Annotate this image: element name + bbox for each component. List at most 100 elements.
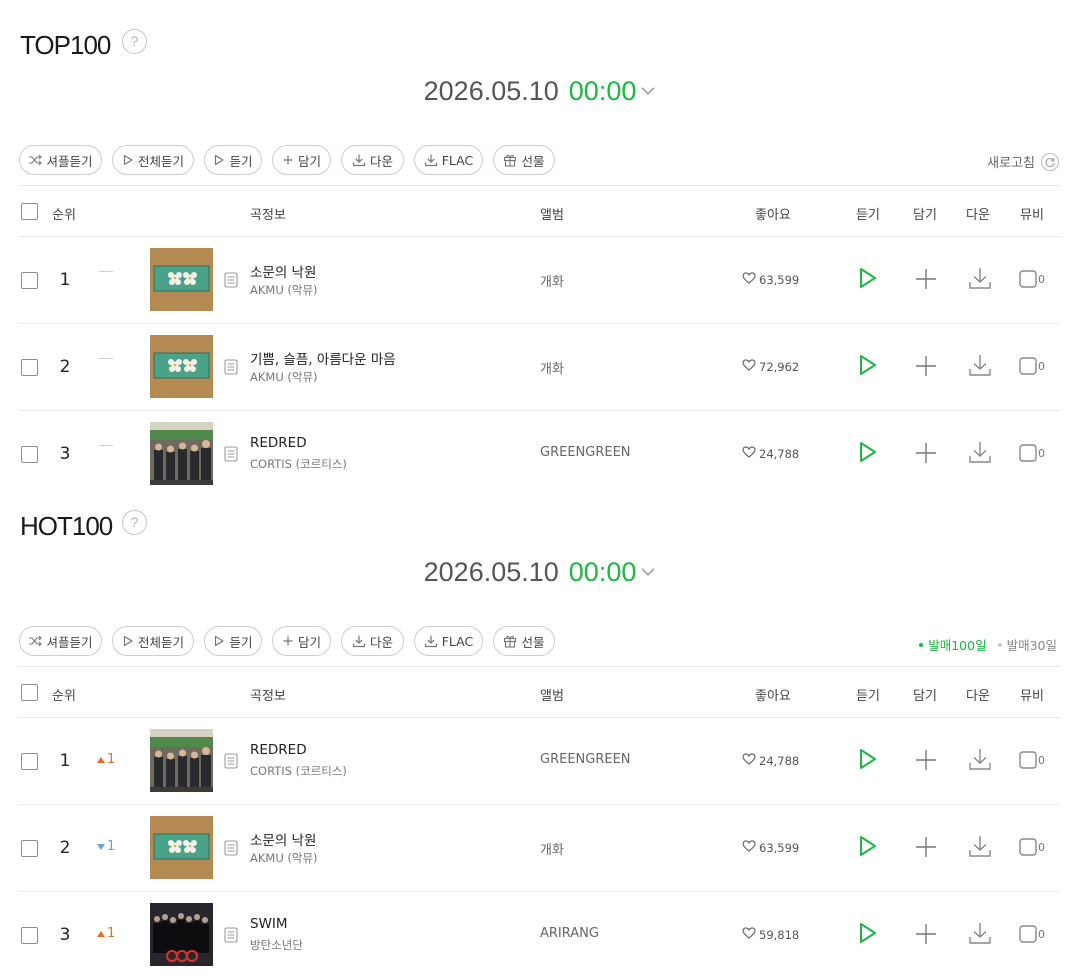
download-icon[interactable] <box>968 353 992 381</box>
album-name[interactable]: ARIRANG <box>540 926 599 941</box>
plus-icon[interactable] <box>915 268 937 294</box>
play-selected-button[interactable]: 듣기 <box>204 145 262 175</box>
play-icon[interactable] <box>859 748 877 774</box>
help-icon[interactable]: ? <box>122 29 147 54</box>
play-icon[interactable] <box>859 354 877 380</box>
song-artist[interactable]: AKMU (악뮤) <box>250 282 318 298</box>
download-icon[interactable] <box>968 834 992 862</box>
song-artist[interactable]: AKMU (악뮤) <box>250 850 318 866</box>
row-checkbox[interactable] <box>21 446 38 463</box>
song-title[interactable]: 소문의 낙원 <box>250 261 316 281</box>
add-button[interactable]: 담기 <box>272 626 331 656</box>
download-button[interactable]: 다운 <box>341 145 404 175</box>
video-icon[interactable] <box>1019 838 1037 860</box>
album-name[interactable]: 개화 <box>540 271 564 290</box>
play-all-button[interactable]: 전체듣기 <box>112 626 194 656</box>
play-icon <box>213 154 225 166</box>
video-icon[interactable] <box>1019 925 1037 947</box>
album-name[interactable]: 개화 <box>540 839 564 858</box>
plus-icon <box>282 154 294 166</box>
plus-icon[interactable] <box>915 355 937 381</box>
row-checkbox[interactable] <box>21 840 38 857</box>
like-button[interactable]: 24,788 <box>742 753 799 768</box>
period-100days[interactable]: 발매100일 <box>928 635 986 654</box>
album-name[interactable]: GREENGREEN <box>540 752 631 767</box>
lyrics-icon[interactable] <box>224 359 238 379</box>
row-checkbox[interactable] <box>21 753 38 770</box>
row-checkbox[interactable] <box>21 927 38 944</box>
lyrics-icon[interactable] <box>224 927 238 947</box>
video-icon[interactable] <box>1019 270 1037 292</box>
period-30days[interactable]: 발매30일 <box>1007 635 1057 654</box>
row-checkbox[interactable] <box>21 272 38 289</box>
album-art[interactable] <box>150 816 213 879</box>
like-button[interactable]: 63,599 <box>742 272 799 287</box>
play-selected-button[interactable]: 듣기 <box>204 626 262 656</box>
gift-button[interactable]: 선물 <box>493 145 555 175</box>
lyrics-icon[interactable] <box>224 446 238 466</box>
song-title[interactable]: REDRED <box>250 435 307 451</box>
shuffle-play-button[interactable]: 셔플듣기 <box>19 626 102 656</box>
refresh-button[interactable]: 새로고침 <box>987 152 1059 171</box>
flac-download-button[interactable]: FLAC <box>414 626 483 656</box>
album-art[interactable] <box>150 422 213 485</box>
shuffle-icon <box>28 154 42 166</box>
song-title[interactable]: 기쁨, 슬픔, 아름다운 마음 <box>250 348 396 368</box>
like-button[interactable]: 63,599 <box>742 840 799 855</box>
download-icon[interactable] <box>968 266 992 294</box>
select-all-checkbox[interactable] <box>21 203 38 220</box>
chart-date-selector[interactable]: 2026.05.10 00:00 <box>0 76 1080 107</box>
lyrics-icon[interactable] <box>224 272 238 292</box>
hot100-section: HOT100 ? 2026.05.10 00:00 셔플듣기 전체듣기 듣기 담기… <box>0 481 1080 976</box>
like-button[interactable]: 72,962 <box>742 359 799 374</box>
mv-count: 0 <box>1038 273 1045 286</box>
play-all-button[interactable]: 전체듣기 <box>112 145 194 175</box>
song-artist[interactable]: CORTIS (코르티스) <box>250 763 347 779</box>
album-art[interactable] <box>150 903 213 966</box>
play-icon[interactable] <box>859 441 877 467</box>
play-icon[interactable] <box>859 267 877 293</box>
chart-date-selector[interactable]: 2026.05.10 00:00 <box>0 557 1080 588</box>
song-title[interactable]: 소문의 낙원 <box>250 829 316 849</box>
like-button[interactable]: 24,788 <box>742 446 799 461</box>
arrow-down-icon <box>97 843 105 850</box>
video-icon[interactable] <box>1019 444 1037 466</box>
song-title[interactable]: SWIM <box>250 916 288 932</box>
like-button[interactable]: 59,818 <box>742 927 799 942</box>
help-icon[interactable]: ? <box>122 510 147 535</box>
album-art[interactable] <box>150 335 213 398</box>
gift-button[interactable]: 선물 <box>493 626 555 656</box>
album-art[interactable] <box>150 729 213 792</box>
download-icon[interactable] <box>968 921 992 949</box>
video-icon[interactable] <box>1019 751 1037 773</box>
play-icon[interactable] <box>859 922 877 948</box>
shuffle-play-button[interactable]: 셔플듣기 <box>19 145 102 175</box>
song-artist[interactable]: AKMU (악뮤) <box>250 369 318 385</box>
shuffle-icon <box>28 635 42 647</box>
download-button[interactable]: 다운 <box>341 626 404 656</box>
plus-icon[interactable] <box>915 442 937 468</box>
song-title[interactable]: REDRED <box>250 742 307 758</box>
chevron-down-icon[interactable] <box>640 83 656 101</box>
plus-icon[interactable] <box>915 923 937 949</box>
chevron-down-icon[interactable] <box>640 564 656 582</box>
download-icon[interactable] <box>968 440 992 468</box>
lyrics-icon[interactable] <box>224 840 238 860</box>
download-icon[interactable] <box>968 747 992 775</box>
add-button[interactable]: 담기 <box>272 145 331 175</box>
gift-icon <box>503 634 517 648</box>
plus-icon[interactable] <box>915 749 937 775</box>
song-artist[interactable]: CORTIS (코르티스) <box>250 456 347 472</box>
album-art[interactable] <box>150 248 213 311</box>
flac-download-button[interactable]: FLAC <box>414 145 483 175</box>
album-name[interactable]: GREENGREEN <box>540 445 631 460</box>
lyrics-icon[interactable] <box>224 753 238 773</box>
row-checkbox[interactable] <box>21 359 38 376</box>
plus-icon[interactable] <box>915 836 937 862</box>
table-row: 3 1 SWIM 방탄소년단 ARIRANG 59,818 0 <box>19 892 1060 976</box>
select-all-checkbox[interactable] <box>21 684 38 701</box>
video-icon[interactable] <box>1019 357 1037 379</box>
album-name[interactable]: 개화 <box>540 358 564 377</box>
play-icon[interactable] <box>859 835 877 861</box>
song-artist[interactable]: 방탄소년단 <box>250 937 303 953</box>
